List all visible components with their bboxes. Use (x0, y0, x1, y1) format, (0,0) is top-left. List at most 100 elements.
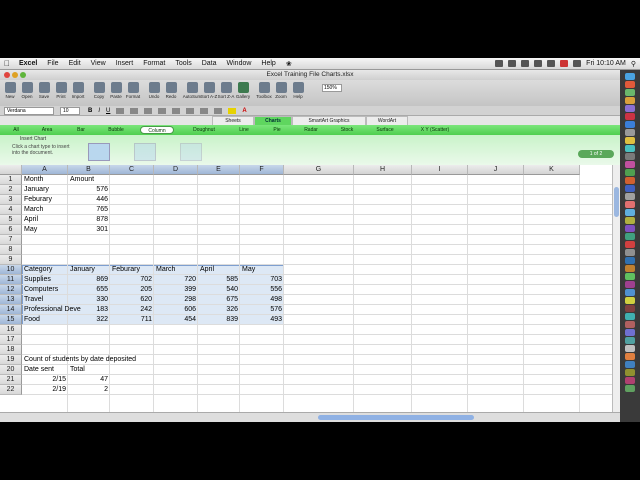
horizontal-scroll-thumb[interactable] (318, 415, 474, 420)
cell-c12[interactable]: 205 (110, 285, 154, 295)
dock-app-icon[interactable] (625, 233, 635, 240)
zoom-window-icon[interactable] (20, 72, 26, 78)
cell-a20[interactable]: Date sent (22, 365, 68, 375)
new-button[interactable]: New (2, 80, 18, 106)
dock-app-icon[interactable] (625, 377, 635, 384)
wifi-icon[interactable] (547, 60, 556, 67)
row-header-1[interactable]: 1 (0, 175, 22, 185)
cell-a11[interactable]: Supplies (22, 275, 68, 285)
cell-b5[interactable]: 878 (68, 215, 110, 225)
row-header-14[interactable]: 14 (0, 305, 22, 315)
chart-type-bar[interactable]: Bar (70, 126, 92, 134)
dock-app-icon[interactable] (625, 169, 635, 176)
chart-type-bubble[interactable]: Bubble (102, 126, 130, 134)
dock-app-icon[interactable] (625, 105, 635, 112)
chart-type-line[interactable]: Line (232, 126, 256, 134)
cell-d14[interactable]: 606 (154, 305, 198, 315)
cell-d12[interactable]: 399 (154, 285, 198, 295)
column-header-g[interactable]: G (284, 165, 354, 175)
row-header-7[interactable]: 7 (0, 235, 22, 245)
bold-icon[interactable]: B (88, 108, 92, 114)
dock-app-icon[interactable] (625, 281, 635, 288)
dock-app-icon[interactable] (625, 161, 635, 168)
toolbox-button[interactable]: Toolbox (256, 80, 272, 106)
cell-e15[interactable]: 839 (198, 315, 240, 325)
cell-b22[interactable]: 2 (68, 385, 110, 395)
row-header-15[interactable]: 15 (0, 315, 22, 325)
menu-view[interactable]: View (86, 60, 111, 67)
cell-b14[interactable]: 183 (68, 305, 110, 315)
chart-thumbnail-100-stacked-column[interactable] (180, 143, 202, 161)
tab-wordart[interactable]: WordArt (366, 116, 408, 125)
align-center-icon[interactable] (130, 108, 139, 114)
dock-app-icon[interactable] (625, 97, 635, 104)
align-right-icon[interactable] (144, 108, 153, 114)
help-button[interactable]: Help (290, 80, 306, 106)
chart-thumbnail-clustered-column[interactable] (88, 143, 110, 161)
paste-button[interactable]: Paste (108, 80, 124, 106)
cell-a2[interactable]: January (22, 185, 68, 195)
cell-f10[interactable]: May (240, 265, 284, 275)
cell-a6[interactable]: May (22, 225, 68, 235)
dock-app-icon[interactable] (625, 145, 635, 152)
row-header-22[interactable]: 22 (0, 385, 22, 395)
row-header-13[interactable]: 13 (0, 295, 22, 305)
dock-app-icon[interactable] (625, 89, 635, 96)
dock-app-icon[interactable] (625, 137, 635, 144)
align-left-icon[interactable] (116, 108, 125, 114)
cell-a4[interactable]: March (22, 205, 68, 215)
minimize-window-icon[interactable] (12, 72, 18, 78)
print-button[interactable]: Print (53, 80, 69, 106)
dock-app-icon[interactable] (625, 185, 635, 192)
row-header-18[interactable]: 18 (0, 345, 22, 355)
time-machine-icon[interactable] (508, 60, 517, 67)
undo-button[interactable]: Undo (146, 80, 162, 106)
menu-help[interactable]: Help (256, 60, 280, 67)
cell-e11[interactable]: 585 (198, 275, 240, 285)
cell-a13[interactable]: Travel (22, 295, 68, 305)
dock-app-icon[interactable] (625, 273, 635, 280)
row-header-8[interactable]: 8 (0, 245, 22, 255)
zoom-button[interactable]: Zoom (273, 80, 289, 106)
cell-c11[interactable]: 702 (110, 275, 154, 285)
cell-f14[interactable]: 576 (240, 305, 284, 315)
format-button[interactable]: Format (125, 80, 141, 106)
dock-app-icon[interactable] (625, 177, 635, 184)
cell-a21[interactable]: 2/15 (22, 375, 68, 385)
cell-d10[interactable]: March (154, 265, 198, 275)
column-header-b[interactable]: B (68, 165, 110, 175)
cell-f12[interactable]: 556 (240, 285, 284, 295)
chart-type-radar[interactable]: Radar (298, 126, 324, 134)
tab-smartart[interactable]: SmartArt Graphics (292, 116, 366, 125)
column-header-a[interactable]: A (22, 165, 68, 175)
cell-c14[interactable]: 242 (110, 305, 154, 315)
dock-app-icon[interactable] (625, 73, 635, 80)
fill-color-icon[interactable] (228, 108, 237, 114)
clock[interactable]: Fri 10:10 AM (586, 60, 626, 67)
close-window-icon[interactable] (4, 72, 10, 78)
apple-menu-icon[interactable]:  (0, 59, 14, 68)
dock-app-icon[interactable] (625, 321, 635, 328)
open-button[interactable]: Open (19, 80, 35, 106)
row-header-10[interactable]: 10 (0, 265, 22, 275)
row-header-4[interactable]: 4 (0, 205, 22, 215)
percent-icon[interactable] (172, 108, 181, 114)
cell-b21[interactable]: 47 (68, 375, 110, 385)
sort-z-a-button[interactable]: Sort Z-A (218, 80, 234, 106)
currency-icon[interactable] (158, 108, 167, 114)
menu-file[interactable]: File (42, 60, 63, 67)
cell-b10[interactable]: January (68, 265, 110, 275)
dock-app-icon[interactable] (625, 217, 635, 224)
cell-f15[interactable]: 493 (240, 315, 284, 325)
dock-app-icon[interactable] (625, 297, 635, 304)
dock-app-icon[interactable] (625, 193, 635, 200)
sort-a-z-button[interactable]: Sort A-Z (201, 80, 217, 106)
menu-insert[interactable]: Insert (111, 60, 139, 67)
row-header-12[interactable]: 12 (0, 285, 22, 295)
chart-type-x-y-scatter[interactable]: X Y (Scatter) (410, 126, 460, 134)
dock-app-icon[interactable] (625, 113, 635, 120)
font-name-select[interactable]: Verdana (4, 107, 54, 115)
import-button[interactable]: Import (70, 80, 86, 106)
cell-b13[interactable]: 330 (68, 295, 110, 305)
vertical-scrollbar[interactable] (612, 165, 620, 412)
